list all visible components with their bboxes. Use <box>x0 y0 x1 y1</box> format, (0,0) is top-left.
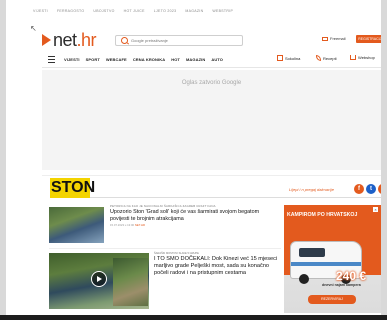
ad-placeholder: Oglas zatvorio Google <box>42 70 381 170</box>
search-box[interactable] <box>115 35 243 46</box>
article-byline: 15.07.2023 u 13:00 NET.HR <box>110 223 280 227</box>
logo-prefix: net <box>53 30 77 50</box>
top-link[interactable]: Webstrip <box>212 9 233 13</box>
search-input[interactable] <box>131 38 231 43</box>
browser-frame-right <box>381 0 387 320</box>
ad-closed-label: Oglas zatvorio Google <box>181 80 242 86</box>
top-link[interactable]: Ljeto 2023 <box>154 9 177 13</box>
leaf-icon <box>316 55 321 61</box>
ad-cta-button[interactable]: REZERVIRAJ <box>308 295 356 304</box>
ad-subtitle: dnevni najam kampera <box>322 283 361 287</box>
section-tagline: Lijepi i n pregaj dalmacije <box>289 187 334 192</box>
register-button[interactable]: REGISTRACIJA <box>356 35 381 43</box>
top-link[interactable]: Vijesti <box>33 9 48 13</box>
page: Vijesti Ferragosto Ubojstvo Hot Juice Lj… <box>6 0 381 315</box>
nav-webshop-link[interactable]: Webshop <box>350 55 375 60</box>
header-divider <box>42 67 381 68</box>
nav-recepti-label: Recepti <box>323 55 337 61</box>
section-divider <box>42 175 381 176</box>
top-link[interactable]: Magazin <box>185 9 203 13</box>
top-link[interactable]: Ferragosto <box>57 9 84 13</box>
mouse-cursor-icon: ↖ <box>30 24 37 33</box>
ad-headline: Kampirom po Hrvatskoj <box>287 212 358 218</box>
article-source: NET.HR <box>134 223 145 227</box>
hamburger-menu-icon[interactable] <box>48 56 55 63</box>
search-icon[interactable] <box>121 37 128 44</box>
ad-price: 240 € <box>336 269 367 283</box>
logo-text: net.hr <box>53 30 97 50</box>
article-kicker: PETORICA NA KAO JE NACIONALNI ŠARKAŠICA … <box>110 204 216 208</box>
side-advertisement[interactable]: × Kampirom po Hrvatskoj 240 € dnevni naj… <box>284 205 381 313</box>
site-logo[interactable]: net.hr <box>42 30 97 50</box>
article-item[interactable]: ŠARAŠKI MOSTOVI SLAVE 5 GRUPE I TO SMO D… <box>154 252 279 278</box>
section-rule <box>90 197 381 198</box>
article-date: 15.07.2023 u 13:00 <box>110 223 135 227</box>
logo-arrow-icon <box>42 34 51 46</box>
facebook-icon[interactable]: f <box>354 184 364 194</box>
main-nav: VIJESTI SPORT WEBCAFE CRNA KRONIKA HOT M… <box>48 56 223 63</box>
nav-recepti-link[interactable]: Recepti <box>316 55 337 61</box>
top-link[interactable]: Hot Juice <box>124 9 145 13</box>
nav-item[interactable]: CRNA KRONIKA <box>133 57 165 62</box>
nav-sokolina-link[interactable]: Sokolina <box>277 55 300 61</box>
nav-item[interactable]: WEBCAFE <box>106 57 127 62</box>
instagram-icon[interactable]: i <box>378 184 381 194</box>
wheel-icon <box>299 274 309 284</box>
nav-sokolina-label: Sokolina <box>285 55 301 61</box>
cart-icon <box>350 55 356 60</box>
section-title[interactable]: STON <box>50 178 95 198</box>
camper-window <box>299 248 325 257</box>
camper-stripe <box>291 262 361 266</box>
nav-item[interactable]: MAGAZIN <box>186 57 205 62</box>
nav-item[interactable]: HOT <box>171 57 180 62</box>
article-title[interactable]: I TO SMO DOČEKALI: Dok Kinezi već 15 mje… <box>154 256 279 278</box>
logo-suffix: .hr <box>76 30 97 50</box>
freemail-label: Freemail <box>330 36 346 41</box>
article-kicker: ŠARAŠKI MOSTOVI SLAVE 5 GRUPE <box>154 252 199 255</box>
nav-item[interactable]: VIJESTI <box>64 57 80 62</box>
browser-frame-bottom <box>0 315 387 320</box>
article-title[interactable]: Upozorio Ston 'Grad soli' koji će vas ša… <box>110 209 280 222</box>
twitter-icon[interactable]: t <box>366 184 376 194</box>
mail-icon <box>322 36 328 41</box>
freemail-link[interactable]: Freemail <box>322 36 346 41</box>
gift-icon <box>277 55 283 61</box>
article-thumbnail[interactable] <box>49 207 104 243</box>
close-icon[interactable]: × <box>373 207 378 212</box>
play-icon[interactable] <box>91 271 107 287</box>
top-link[interactable]: Ubojstvo <box>93 9 114 13</box>
article-thumbnail-secondary[interactable] <box>113 258 148 306</box>
nav-item[interactable]: SPORT <box>86 57 100 62</box>
top-links-bar: Vijesti Ferragosto Ubojstvo Hot Juice Lj… <box>33 9 233 13</box>
article-separator <box>49 248 281 249</box>
nav-item[interactable]: AUTO <box>211 57 223 62</box>
article-item[interactable]: PETORICA NA KAO JE NACIONALNI ŠARKAŠICA … <box>110 204 280 227</box>
nav-webshop-label: Webshop <box>358 55 375 60</box>
